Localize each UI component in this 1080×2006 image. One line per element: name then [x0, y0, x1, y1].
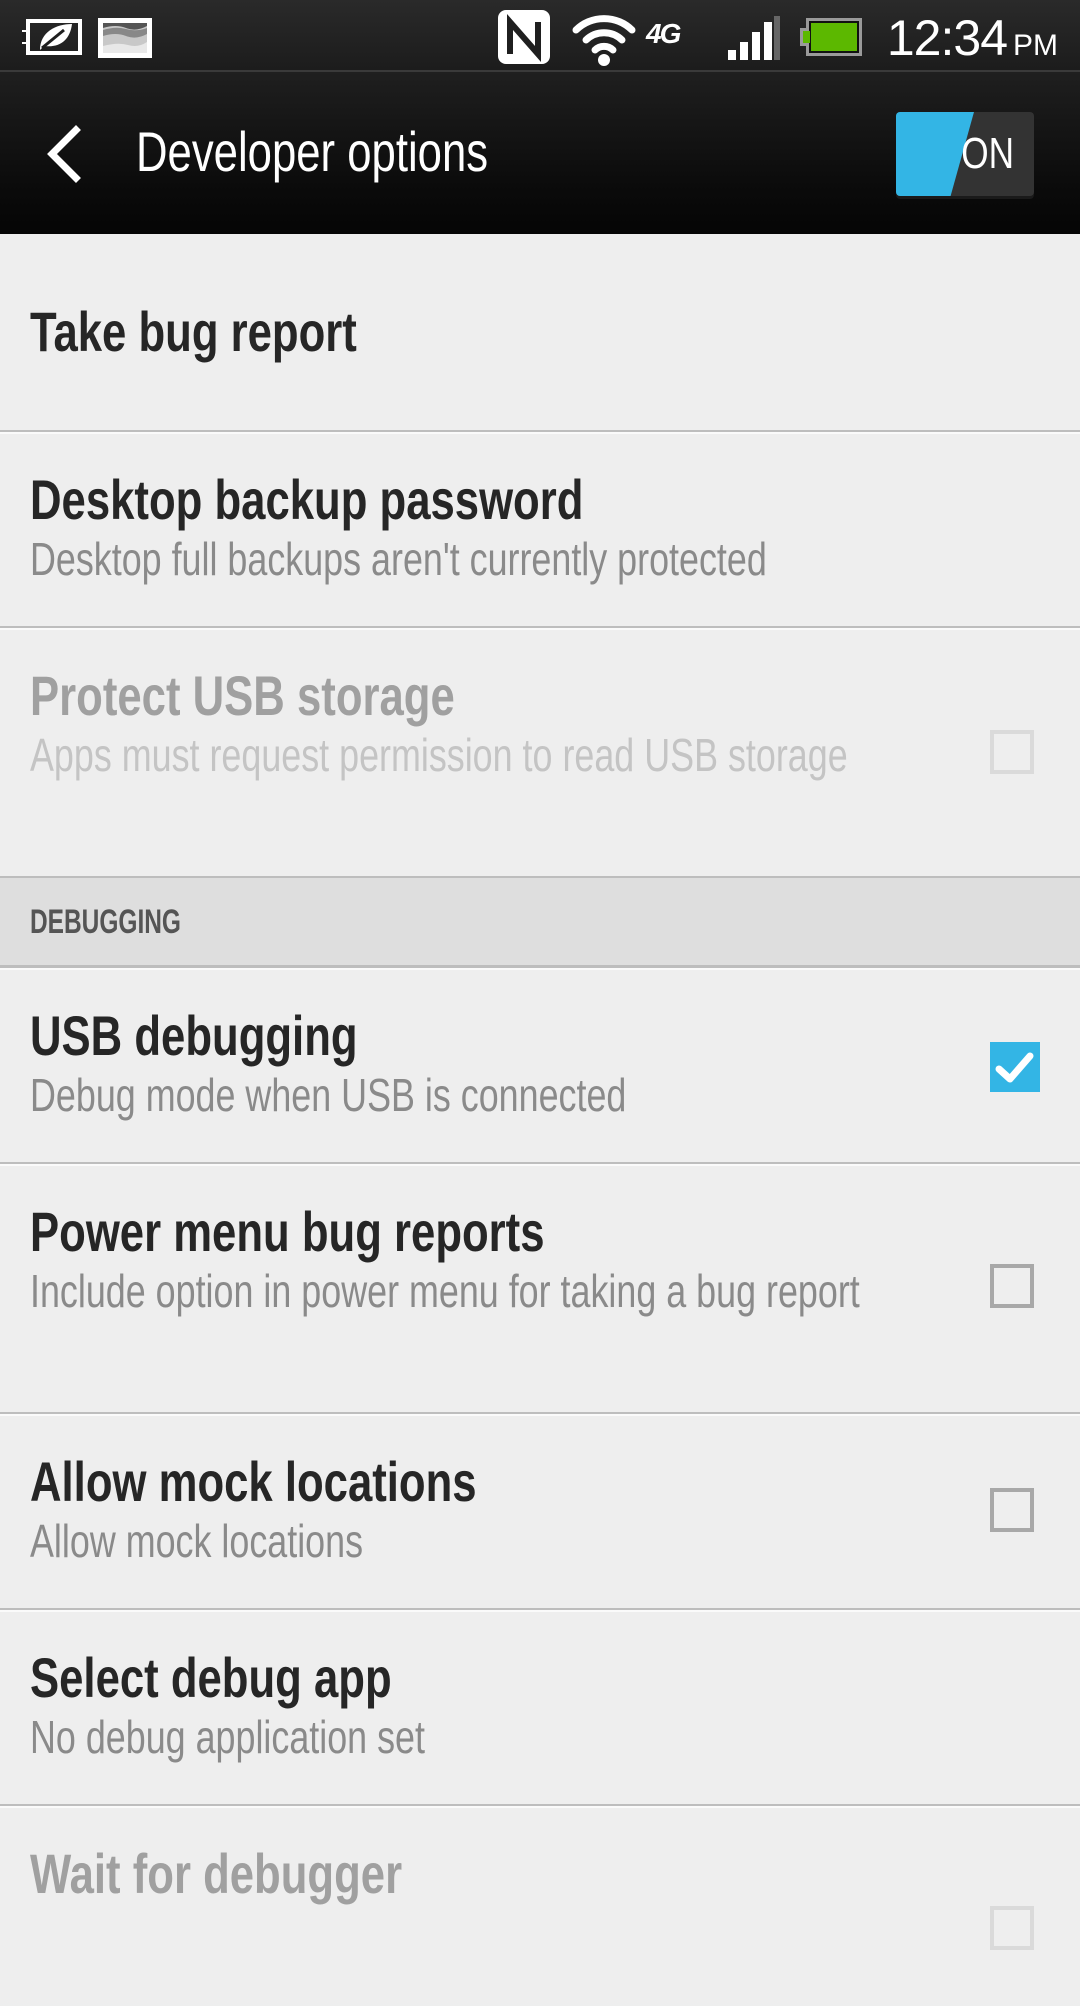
setting-title: Take bug report [30, 300, 357, 363]
battery-icon [800, 18, 862, 56]
setting-select-debug-app[interactable]: Select debug app No debug application se… [0, 1610, 1080, 1806]
clock-ampm: PM [1013, 29, 1058, 62]
setting-title: Allow mock locations [30, 1450, 477, 1513]
setting-title: Wait for debugger [30, 1842, 403, 1905]
section-header-debugging: DEBUGGING [0, 878, 1080, 968]
status-bar: 4G 12:34 PM [0, 0, 1080, 72]
setting-summary: No debug application set [30, 1711, 425, 1763]
setting-allow-mock-locations[interactable]: Allow mock locations Allow mock location… [0, 1414, 1080, 1610]
nfc-icon [498, 10, 550, 64]
signal-strength-icon [728, 16, 780, 60]
gallery-image-icon [98, 18, 152, 58]
setting-title: Select debug app [30, 1646, 392, 1709]
setting-title: Desktop backup password [30, 468, 584, 531]
setting-protect-usb-storage[interactable]: Protect USB storage Apps must request pe… [0, 628, 1080, 878]
setting-title: Power menu bug reports [30, 1200, 545, 1263]
setting-wait-for-debugger[interactable]: Wait for debugger [0, 1806, 1080, 2006]
clock-time: 12:34 [886, 10, 1008, 66]
setting-title: Protect USB storage [30, 664, 455, 727]
setting-summary: Apps must request permission to read USB… [30, 729, 848, 781]
checkmark-icon [995, 1052, 1034, 1083]
section-title: DEBUGGING [30, 903, 181, 941]
wait-for-debugger-checkbox[interactable] [990, 1906, 1034, 1950]
setting-title: USB debugging [30, 1004, 358, 1067]
power-saver-leaf-icon [22, 19, 82, 55]
setting-summary: Desktop full backups aren't currently pr… [30, 533, 767, 585]
setting-summary: Allow mock locations [30, 1515, 364, 1567]
setting-power-menu-bug-reports[interactable]: Power menu bug reports Include option in… [0, 1164, 1080, 1414]
page-title: Developer options [136, 120, 489, 183]
clock: 12:34 PM [887, 8, 1058, 76]
setting-summary: Include option in power menu for taking … [30, 1265, 860, 1317]
setting-desktop-backup-password[interactable]: Desktop backup password Desktop full bac… [0, 432, 1080, 628]
back-button[interactable] [40, 124, 90, 184]
power-menu-bug-reports-checkbox[interactable] [990, 1264, 1034, 1308]
setting-usb-debugging[interactable]: USB debugging Debug mode when USB is con… [0, 968, 1080, 1164]
setting-take-bug-report[interactable]: Take bug report [0, 234, 1080, 432]
wifi-icon [572, 15, 636, 66]
action-bar: Developer options ON [0, 72, 1080, 234]
toggle-label: ON [961, 129, 1014, 178]
network-4g-icon: 4G [646, 18, 681, 49]
allow-mock-locations-checkbox[interactable] [990, 1488, 1034, 1532]
setting-summary: Debug mode when USB is connected [30, 1069, 627, 1121]
settings-list: Take bug report Desktop backup password … [0, 234, 1080, 2006]
developer-options-toggle[interactable]: ON [896, 112, 1034, 196]
chevron-left-icon [47, 125, 81, 183]
protect-usb-storage-checkbox[interactable] [990, 730, 1034, 774]
usb-debugging-checkbox[interactable] [990, 1042, 1040, 1092]
